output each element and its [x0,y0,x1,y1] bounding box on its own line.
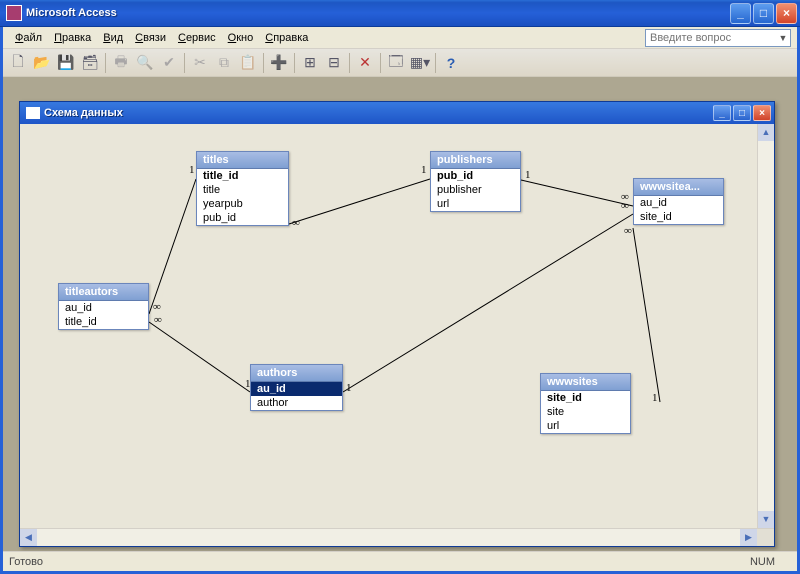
menu-file[interactable]: Файл [9,30,48,46]
relationships-window[interactable]: Схема данных _ □ × ∞ 1 ∞ 1 ∞ 1 [19,101,775,547]
field-titles-pub_id[interactable]: pub_id [197,211,288,225]
paste-icon[interactable]: 📋 [237,52,259,74]
svg-text:1: 1 [189,164,195,176]
table-publishers[interactable]: publishers pub_id publisher url [430,151,521,212]
relationships-window-title: Схема данных [44,107,713,119]
menu-view[interactable]: Вид [97,30,129,46]
help-question-box[interactable]: ▼ [645,29,791,47]
relationships-titlebar: Схема данных _ □ × [20,102,774,124]
table-wwwsitea-header[interactable]: wwwsitea... [634,179,723,196]
table-publishers-header[interactable]: publishers [431,152,520,169]
cut-icon[interactable]: ✂ [189,52,211,74]
svg-text:∞: ∞ [621,191,629,203]
help-icon[interactable]: ? [440,52,462,74]
status-message: Готово [9,556,734,568]
table-titles-header[interactable]: titles [197,152,288,169]
copy-icon[interactable]: ⧉ [213,52,235,74]
table-wwwsitea[interactable]: wwwsitea... au_id site_id [633,178,724,225]
table-authors[interactable]: authors au_id author [250,364,343,411]
new-icon[interactable]: 🗋 [7,52,29,74]
menu-bar: Файл Правка Вид Связи Сервис Окно Справк… [3,27,797,49]
mdi-area: Схема данных _ □ × ∞ 1 ∞ 1 ∞ 1 [3,77,797,551]
field-wwwsites-site_id[interactable]: site_id [541,391,630,405]
add-table-icon[interactable]: ➕ [268,52,290,74]
table-wwwsites[interactable]: wwwsites site_id site url [540,373,631,434]
preview-icon[interactable]: 🔍 [134,52,156,74]
svg-text:1: 1 [525,169,531,181]
spell-icon[interactable]: ✔ [158,52,180,74]
field-wwwsites-site[interactable]: site [541,405,630,419]
field-titles-title_id[interactable]: title_id [197,169,288,183]
menu-help[interactable]: Справка [259,30,314,46]
relationships-canvas[interactable]: ∞1 ∞1 ∞1 1∞ 1∞ ∞1 [20,124,774,546]
window-buttons: _ □ × [730,3,797,24]
help-question-dropdown-icon[interactable]: ▼ [776,33,790,43]
svg-text:∞: ∞ [621,200,629,212]
help-question-input[interactable] [646,30,776,46]
svg-text:1: 1 [421,164,427,176]
app-titlebar: Microsoft Access _ □ × [0,0,800,27]
save-icon[interactable]: 💾 [55,52,77,74]
table-titleautors[interactable]: titleautors au_id title_id [58,283,149,330]
scroll-up-icon[interactable]: ▲ [758,124,774,141]
minimize-button[interactable]: _ [730,3,751,24]
status-bar: Готово NUM [3,551,797,571]
field-publishers-url[interactable]: url [431,197,520,211]
field-titleautors-au_id[interactable]: au_id [59,301,148,315]
field-wwwsitea-au_id[interactable]: au_id [634,196,723,210]
svg-text:1: 1 [346,382,352,394]
table-titles[interactable]: titles title_id title yearpub pub_id [196,151,289,226]
delete-icon[interactable]: ✕ [354,52,376,74]
menu-tools[interactable]: Сервис [172,30,222,46]
table-wwwsites-header[interactable]: wwwsites [541,374,630,391]
menu-edit[interactable]: Правка [48,30,97,46]
scroll-down-icon[interactable]: ▼ [758,511,774,528]
svg-text:∞: ∞ [154,314,162,326]
field-titleautors-title_id[interactable]: title_id [59,315,148,329]
svg-text:1: 1 [652,392,658,404]
builder-dropdown-icon[interactable]: ▦▾ [409,52,431,74]
svg-text:∞: ∞ [153,301,161,313]
field-publishers-publisher[interactable]: publisher [431,183,520,197]
field-publishers-pub_id[interactable]: pub_id [431,169,520,183]
all-relations-icon[interactable]: ⊟ [323,52,345,74]
menu-relations[interactable]: Связи [129,30,172,46]
app-client-area: Файл Правка Вид Связи Сервис Окно Справк… [0,27,800,574]
menu-window[interactable]: Окно [222,30,260,46]
relationships-window-icon [26,107,40,119]
open-icon[interactable]: 📂 [31,52,53,74]
relationships-icon[interactable]: 🗔 [385,52,407,74]
svg-text:∞: ∞ [624,225,632,237]
table-titleautors-header[interactable]: titleautors [59,284,148,301]
table-authors-header[interactable]: authors [251,365,342,382]
scroll-corner [757,529,774,546]
app-title: Microsoft Access [26,7,730,19]
scroll-left-icon[interactable]: ◀ [20,529,37,546]
field-wwwsites-url[interactable]: url [541,419,630,433]
inner-close-button[interactable]: × [753,105,771,121]
save-all-icon[interactable]: 🗃 [79,52,101,74]
field-authors-author[interactable]: author [251,396,342,410]
inner-minimize-button[interactable]: _ [713,105,731,121]
field-titles-yearpub[interactable]: yearpub [197,197,288,211]
field-wwwsitea-site_id[interactable]: site_id [634,210,723,224]
field-titles-title[interactable]: title [197,183,288,197]
direct-relations-icon[interactable]: ⊞ [299,52,321,74]
access-app-icon [6,5,22,21]
inner-maximize-button[interactable]: □ [733,105,751,121]
canvas-horizontal-scrollbar[interactable]: ◀ ▶ [20,528,774,546]
canvas-vertical-scrollbar[interactable]: ▲ ▼ [757,124,774,528]
field-authors-au_id[interactable]: au_id [251,382,342,396]
maximize-button[interactable]: □ [753,3,774,24]
print-icon[interactable]: 🖶 [110,52,132,74]
close-button[interactable]: × [776,3,797,24]
main-toolbar: 🗋 📂 💾 🗃 🖶 🔍 ✔ ✂ ⧉ 📋 ➕ ⊞ ⊟ ✕ 🗔 ▦▾ ? [3,49,797,77]
svg-text:∞: ∞ [292,217,300,229]
status-numlock-indicator: NUM [734,556,791,568]
scroll-right-icon[interactable]: ▶ [740,529,757,546]
